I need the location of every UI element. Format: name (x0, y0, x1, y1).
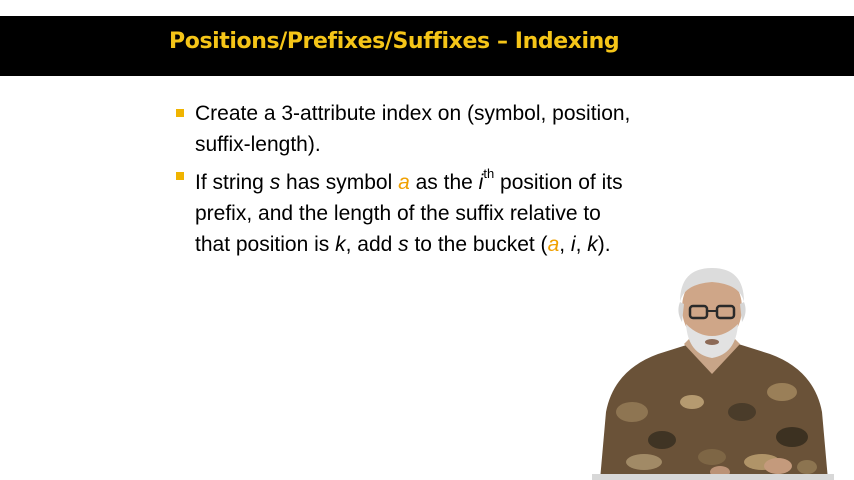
bullet-2-line-3: that position is k, add s to the bucket … (195, 229, 716, 260)
bullet-marker-icon (176, 172, 184, 180)
var-s: s (398, 233, 409, 256)
text-fragment: as the (409, 171, 479, 194)
slide-content: Create a 3-attribute index on (symbol, p… (176, 98, 716, 261)
text-fragment: , add (345, 233, 399, 256)
text-fragment: ). (597, 233, 611, 256)
bullet-2-line-2: prefix, and the length of the suffix rel… (195, 202, 601, 225)
superscript-th: th (483, 166, 495, 181)
var-k: k (335, 233, 346, 256)
text-fragment: position of its (494, 171, 623, 194)
bullet-marker-icon (176, 109, 184, 117)
bullet-1-line-2: suffix-length). (195, 133, 321, 156)
bullet-item-1: Create a 3-attribute index on (symbol, p… (176, 98, 716, 160)
text-fragment: has symbol (280, 171, 399, 194)
var-k: k (587, 233, 598, 256)
bullet-item-2: If string s has symbol a as the ith posi… (176, 161, 716, 260)
text-fragment: to the bucket ( (408, 233, 548, 256)
text-fragment: If string (195, 171, 270, 194)
text-fragment: , (575, 233, 588, 256)
bullet-1-line-1: Create a 3-attribute index on (symbol, p… (195, 102, 631, 125)
title-bar: Positions/Prefixes/Suffixes – Indexing (0, 16, 854, 76)
presenter-video-icon (592, 262, 834, 480)
var-s: s (269, 171, 281, 194)
slide-title: Positions/Prefixes/Suffixes – Indexing (169, 29, 620, 54)
presenter-figure (592, 268, 834, 480)
lecture-slide: Positions/Prefixes/Suffixes – Indexing C… (0, 0, 854, 480)
text-fragment: that position is (195, 233, 336, 256)
bullet-2-line-1: If string s has symbol a as the ith posi… (195, 161, 716, 198)
var-a-highlight: a (398, 171, 410, 194)
var-a-highlight: a (547, 233, 560, 256)
text-fragment: , (559, 233, 571, 256)
